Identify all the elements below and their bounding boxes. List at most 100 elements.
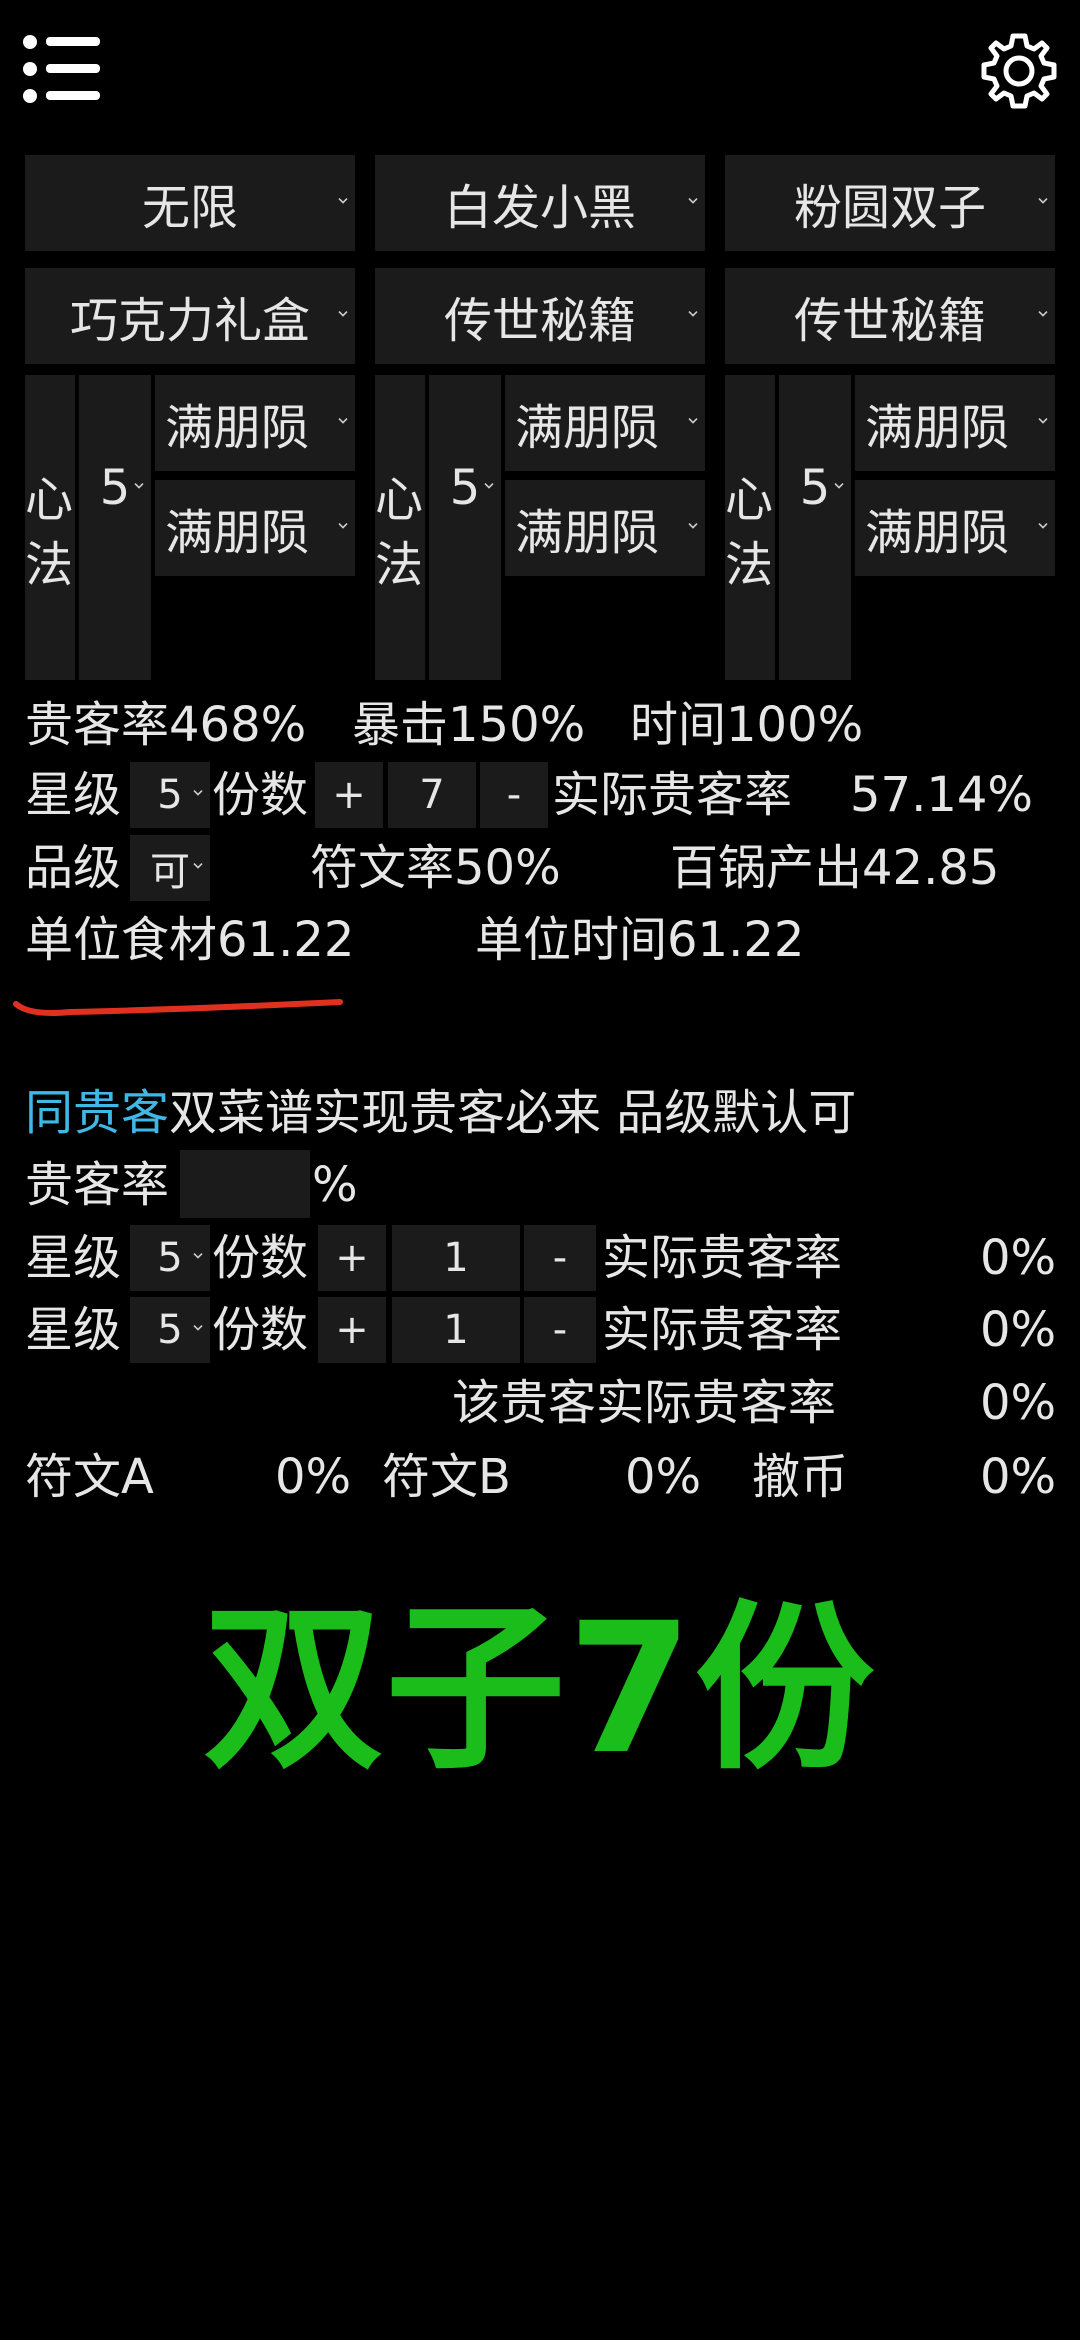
guest-rate-stat: 贵客率468% (25, 697, 307, 753)
skill-item-dropdown[interactable]: 满朋陨 (505, 480, 705, 576)
actual-rate-label: 实际贵客率 (602, 1230, 843, 1286)
same-guest-rate-label: 贵客率 (25, 1157, 170, 1213)
dropdown-item-2[interactable]: 传世秘籍 (375, 268, 705, 364)
unit-time-stat: 单位时间61.22 (475, 912, 805, 968)
chevron-down-icon (687, 195, 699, 207)
dropdown-value: 粉圆双子 (793, 180, 986, 236)
dropdown-top-3[interactable]: 粉圆双子 (725, 155, 1055, 251)
skill-level-dropdown[interactable]: 5 (429, 375, 501, 680)
same-guest-highlight: 同贵客 (25, 1085, 170, 1141)
star-label: 星级 (25, 1302, 122, 1358)
portions-value[interactable]: 7 (388, 762, 476, 828)
dropdown-top-1[interactable]: 无限 (25, 155, 355, 251)
dropdown-value: 巧克力礼盒 (69, 293, 310, 349)
rune-b-label: 符文B (382, 1449, 511, 1505)
dropdown-value: 5 (157, 1235, 183, 1281)
rune-b-value: 0% (625, 1449, 702, 1505)
guest-actual-label: 该贵客实际贵客率 (452, 1375, 837, 1431)
dropdown-value: 5 (157, 772, 183, 818)
dropdown-value: 传世秘籍 (793, 293, 986, 349)
skill-label-char: 法 (375, 537, 424, 593)
skill-item-dropdown[interactable]: 满朋陨 (855, 375, 1055, 471)
portions-label: 份数 (212, 767, 309, 823)
overlay-text: 双子7份 (203, 1585, 877, 1794)
actual-rate-value: 57.14% (850, 767, 1034, 823)
unit-food-stat: 单位食材61.22 (25, 912, 355, 968)
skill-level-dropdown[interactable]: 5 (79, 375, 151, 680)
star-dropdown[interactable]: 5 (130, 762, 210, 828)
menu-icon[interactable] (22, 34, 102, 104)
dropdown-top-2[interactable]: 白发小黑 (375, 155, 705, 251)
skill-label-char: 法 (25, 537, 74, 593)
withdraw-label: 撤币 (752, 1449, 849, 1505)
star-label: 星级 (25, 767, 122, 823)
dropdown-value: 5 (799, 459, 831, 516)
actual-rate-label: 实际贵客率 (602, 1302, 843, 1358)
guest-actual-value: 0% (980, 1375, 1057, 1431)
dropdown-value: 传世秘籍 (443, 293, 636, 349)
chevron-down-icon (483, 479, 495, 491)
dropdown-item-3[interactable]: 传世秘籍 (725, 268, 1055, 364)
skill-label-char: 法 (725, 537, 774, 593)
gear-icon[interactable] (978, 30, 1060, 112)
skill-item-dropdown[interactable]: 满朋陨 (155, 375, 355, 471)
skill-label-char: 心 (25, 472, 74, 528)
chevron-down-icon (337, 415, 349, 427)
chevron-down-icon (192, 860, 204, 872)
portions-label: 份数 (212, 1302, 309, 1358)
skill-level-dropdown[interactable]: 5 (779, 375, 851, 680)
same-guest-title-rest: 双菜谱实现贵客必来 品级默认可 (169, 1085, 857, 1141)
portions-minus-button[interactable]: - (524, 1225, 596, 1291)
dropdown-value: 满朋陨 (515, 505, 660, 561)
rune-a-value: 0% (275, 1449, 352, 1505)
star-label: 星级 (25, 1230, 122, 1286)
dropdown-value: 白发小黑 (443, 180, 636, 236)
percent-sign: % (312, 1157, 358, 1213)
dropdown-value: 5 (157, 1307, 183, 1353)
dropdown-value: 满朋陨 (865, 505, 1010, 561)
same-guest-title: 同贵客双菜谱实现贵客必来 品级默认可 (25, 1083, 856, 1143)
portions-minus-button[interactable]: - (524, 1297, 596, 1363)
pot-output-stat: 百锅产出42.85 (670, 840, 1000, 896)
chevron-down-icon (337, 308, 349, 320)
star-dropdown[interactable]: 5 (130, 1297, 210, 1363)
dropdown-value: 满朋陨 (515, 400, 660, 456)
portions-plus-button[interactable]: + (318, 1225, 386, 1291)
dropdown-value: 5 (99, 459, 131, 516)
chevron-down-icon (192, 1322, 204, 1334)
portions-plus-button[interactable]: + (315, 762, 383, 828)
star-dropdown[interactable]: 5 (130, 1225, 210, 1291)
dropdown-value: 5 (449, 459, 481, 516)
chevron-down-icon (833, 479, 845, 491)
skill-label-char: 心 (375, 472, 424, 528)
chevron-down-icon (1037, 520, 1049, 532)
chevron-down-icon (192, 787, 204, 799)
skill-item-dropdown[interactable]: 满朋陨 (855, 480, 1055, 576)
chevron-down-icon (1037, 195, 1049, 207)
same-guest-rate-input[interactable] (180, 1150, 310, 1218)
annotation-underline (10, 990, 350, 1030)
chevron-down-icon (337, 520, 349, 532)
portions-value[interactable]: 1 (392, 1225, 520, 1291)
dropdown-item-1[interactable]: 巧克力礼盒 (25, 268, 355, 364)
portions-value[interactable]: 1 (392, 1297, 520, 1363)
chevron-down-icon (1037, 415, 1049, 427)
withdraw-value: 0% (980, 1449, 1057, 1505)
skill-item-dropdown[interactable]: 满朋陨 (505, 375, 705, 471)
dropdown-value: 满朋陨 (865, 400, 1010, 456)
skill-item-dropdown[interactable]: 满朋陨 (155, 480, 355, 576)
dropdown-value: 可 (150, 849, 190, 895)
grade-dropdown[interactable]: 可 (130, 835, 210, 901)
actual-rate-value: 0% (980, 1230, 1057, 1286)
chevron-down-icon (192, 1250, 204, 1262)
chevron-down-icon (337, 195, 349, 207)
portions-plus-button[interactable]: + (318, 1297, 386, 1363)
chevron-down-icon (133, 479, 145, 491)
portions-label: 份数 (212, 1230, 309, 1286)
chevron-down-icon (687, 415, 699, 427)
chevron-down-icon (687, 308, 699, 320)
actual-rate-label: 实际贵客率 (552, 767, 793, 823)
portions-minus-button[interactable]: - (480, 762, 548, 828)
actual-rate-value: 0% (980, 1302, 1057, 1358)
grade-label: 品级 (25, 840, 122, 896)
